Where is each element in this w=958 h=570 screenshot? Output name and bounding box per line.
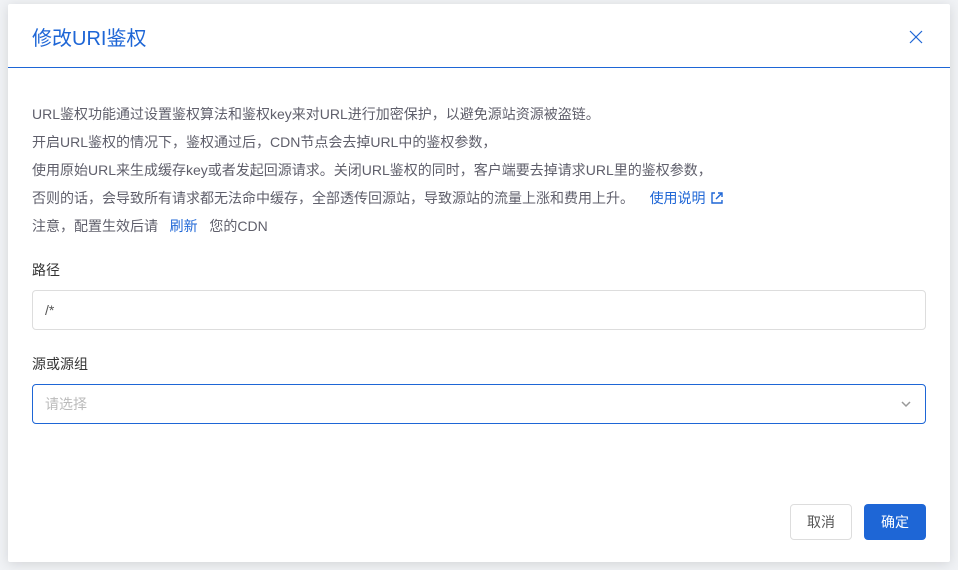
cancel-button[interactable]: 取消 xyxy=(790,504,852,540)
external-link-icon xyxy=(710,191,724,205)
path-input[interactable] xyxy=(32,290,926,330)
modal-body: URL鉴权功能通过设置鉴权算法和鉴权key来对URL进行加密保护，以避免源站资源… xyxy=(8,68,950,488)
description-line: 注意，配置生效后请 刷新 您的CDN xyxy=(32,212,926,240)
usage-link[interactable]: 使用说明 xyxy=(650,184,724,212)
description-line: 否则的话，会导致所有请求都无法命中缓存，全部透传回源站，导致源站的流量上涨和费用… xyxy=(32,184,926,212)
close-button[interactable] xyxy=(906,27,926,47)
origin-select-placeholder: 请选择 xyxy=(45,394,87,414)
modal-dialog: 修改URI鉴权 URL鉴权功能通过设置鉴权算法和鉴权key来对URL进行加密保护… xyxy=(8,4,950,562)
chevron-down-icon xyxy=(899,397,913,411)
description-line: 使用原始URL来生成缓存key或者发起回源请求。关闭URL鉴权的同时，客户端要去… xyxy=(32,156,926,184)
origin-form-group: 源或源组 请选择 xyxy=(32,354,926,424)
description-text: 否则的话，会导致所有请求都无法命中缓存，全部透传回源站，导致源站的流量上涨和费用… xyxy=(32,190,634,206)
close-icon xyxy=(909,30,923,44)
modal-header: 修改URI鉴权 xyxy=(8,4,950,68)
refresh-link[interactable]: 刷新 xyxy=(170,212,198,240)
modal-footer: 取消 确定 xyxy=(8,488,950,562)
description-block: URL鉴权功能通过设置鉴权算法和鉴权key来对URL进行加密保护，以避免源站资源… xyxy=(32,100,926,240)
description-text: 您的CDN xyxy=(209,218,267,234)
path-label: 路径 xyxy=(32,260,926,280)
description-line: 开启URL鉴权的情况下，鉴权通过后，CDN节点会去掉URL中的鉴权参数， xyxy=(32,128,926,156)
origin-select[interactable]: 请选择 xyxy=(32,384,926,424)
origin-label: 源或源组 xyxy=(32,354,926,374)
confirm-button[interactable]: 确定 xyxy=(864,504,926,540)
path-form-group: 路径 xyxy=(32,260,926,330)
modal-title: 修改URI鉴权 xyxy=(32,22,146,51)
description-line: URL鉴权功能通过设置鉴权算法和鉴权key来对URL进行加密保护，以避免源站资源… xyxy=(32,100,926,128)
description-text: 注意，配置生效后请 xyxy=(32,218,158,234)
usage-link-label: 使用说明 xyxy=(650,184,706,212)
